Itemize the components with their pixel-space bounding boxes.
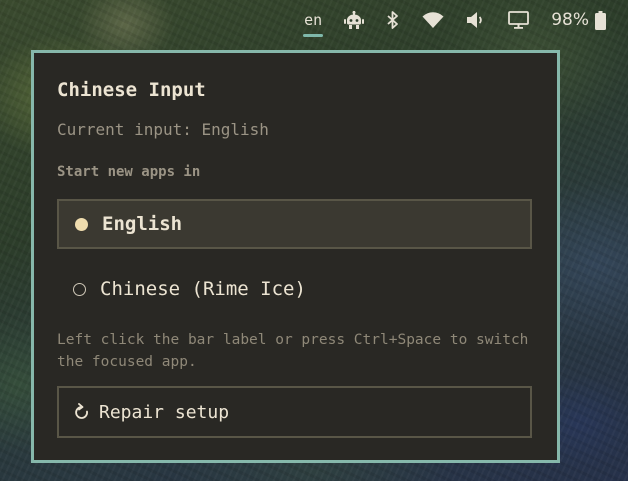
language-indicator[interactable]: en (303, 0, 324, 40)
status-bar: en 98% (303, 0, 628, 40)
language-indicator-underline (303, 34, 324, 37)
hint-text: Left click the bar label or press Ctrl+S… (57, 332, 529, 370)
chinese-input-popup: Chinese Input Current input: English Sta… (31, 50, 560, 463)
radio-unselected-icon (73, 282, 86, 296)
repair-setup-button[interactable]: Repair setup (57, 386, 532, 438)
language-indicator-label: en (304, 11, 323, 29)
display-icon[interactable] (508, 0, 530, 40)
robot-icon[interactable] (344, 0, 365, 40)
battery-indicator[interactable]: 98% (551, 0, 606, 40)
wifi-icon[interactable] (422, 0, 444, 40)
option-chinese-rime-ice[interactable]: Chinese (Rime Ice) (57, 264, 532, 314)
section-label: Start new apps in (57, 164, 201, 180)
current-input-status: Current input: English (57, 120, 269, 139)
battery-icon (595, 10, 606, 30)
bluetooth-icon[interactable] (386, 0, 400, 40)
battery-percent: 98% (551, 10, 589, 30)
repair-setup-label: Repair setup (99, 401, 230, 423)
option-chinese-label: Chinese (Rime Ice) (100, 278, 306, 300)
option-english-label: English (102, 213, 183, 235)
volume-icon[interactable] (466, 0, 486, 40)
radio-selected-icon (75, 217, 88, 231)
popup-title: Chinese Input (57, 79, 206, 101)
refresh-icon (75, 403, 89, 421)
option-english[interactable]: English (57, 199, 532, 249)
